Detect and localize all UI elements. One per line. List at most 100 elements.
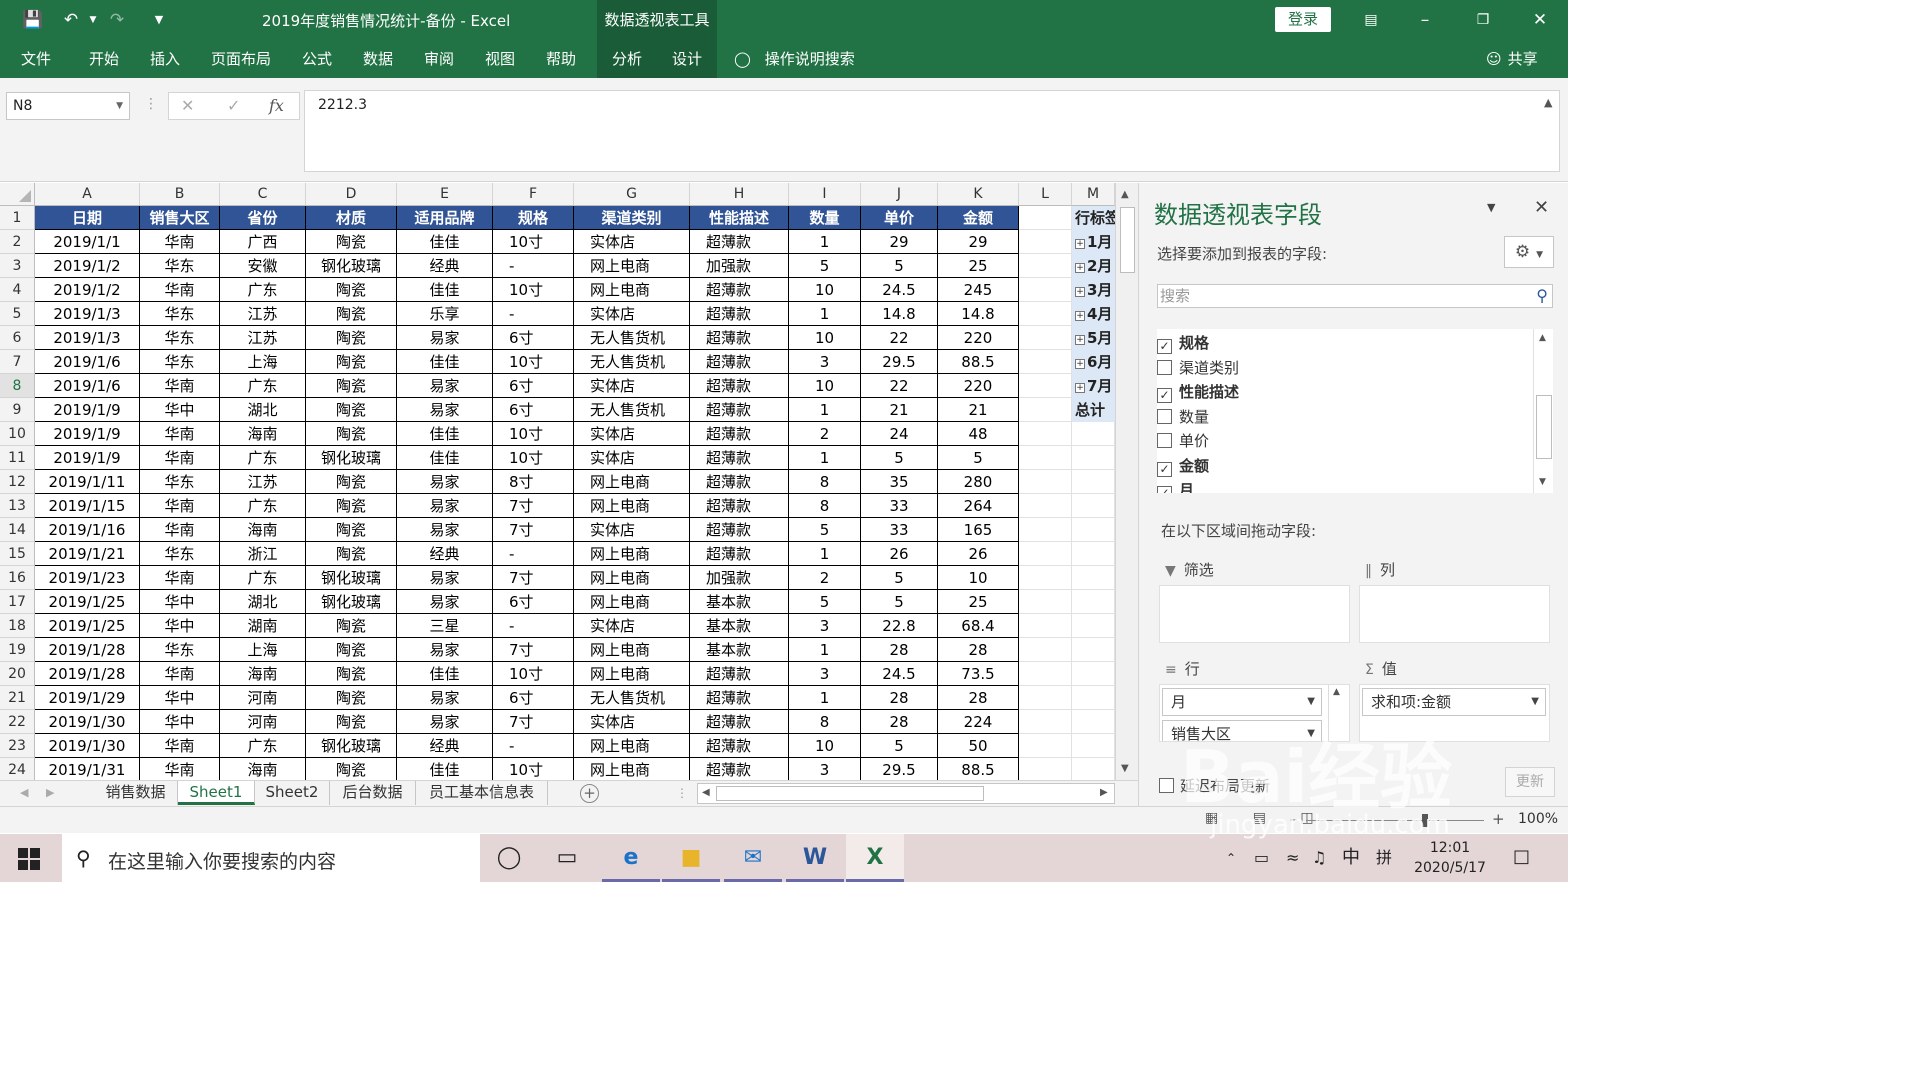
table-cell[interactable]: 易家 [397, 686, 493, 710]
table-cell[interactable]: 网上电商 [574, 542, 690, 566]
table-cell[interactable]: 广东 [220, 734, 306, 758]
table-cell[interactable]: 33 [861, 494, 938, 518]
formula-input[interactable]: 2212.3 [304, 90, 1560, 172]
table-cell[interactable]: 网上电商 [574, 470, 690, 494]
table-cell[interactable]: 上海 [220, 350, 306, 374]
table-cell[interactable]: 超薄款 [690, 470, 789, 494]
table-cell[interactable]: 10寸 [493, 758, 574, 780]
checkbox-checked-icon[interactable]: ✓ [1157, 461, 1172, 477]
row-field-chip[interactable]: 销售大区 ▼ [1162, 720, 1322, 741]
expand-icon[interactable]: + [1075, 263, 1085, 273]
table-cell[interactable]: 2019/1/21 [35, 542, 140, 566]
table-cell[interactable]: 易家 [397, 710, 493, 734]
empty-cell[interactable] [1019, 398, 1072, 422]
row-header[interactable]: 12 [0, 470, 35, 494]
table-cell[interactable]: 基本款 [690, 638, 789, 662]
table-cell[interactable]: 陶瓷 [306, 710, 397, 734]
table-cell[interactable]: 陶瓷 [306, 278, 397, 302]
table-cell[interactable]: 245 [938, 278, 1019, 302]
table-cell[interactable]: 超薄款 [690, 494, 789, 518]
empty-cell[interactable] [1072, 710, 1115, 734]
table-cell[interactable]: 华南 [140, 446, 220, 470]
table-cell[interactable]: 华东 [140, 254, 220, 278]
scroll-thumb[interactable] [1120, 207, 1135, 273]
table-cell[interactable]: 实体店 [574, 422, 690, 446]
table-cell[interactable]: 8 [789, 494, 861, 518]
table-cell[interactable]: 实体店 [574, 518, 690, 542]
worksheet-grid[interactable]: A B C D E F G H I J K L M 1 日期 销售大区 省份 材质 适用品牌 规格 渠道类别 性能描述 数量… [0, 183, 1138, 780]
table-cell[interactable]: 6寸 [493, 686, 574, 710]
checkbox-icon[interactable] [1157, 408, 1172, 424]
table-cell[interactable]: 陶瓷 [306, 758, 397, 780]
table-cell[interactable]: 超薄款 [690, 542, 789, 566]
empty-cell[interactable] [1072, 686, 1115, 710]
empty-cell[interactable] [1072, 662, 1115, 686]
empty-cell[interactable] [1019, 374, 1072, 398]
table-cell[interactable]: 超薄款 [690, 326, 789, 350]
table-cell[interactable]: 陶瓷 [306, 638, 397, 662]
tools-button[interactable]: ⚙ ▼ [1504, 236, 1554, 268]
table-cell[interactable]: 陶瓷 [306, 374, 397, 398]
ribbon-display-icon[interactable]: ▤ [1356, 6, 1386, 34]
row-header[interactable]: 9 [0, 398, 35, 422]
table-cell[interactable]: 超薄款 [690, 518, 789, 542]
table-cell[interactable]: 易家 [397, 518, 493, 542]
table-cell[interactable]: 29 [938, 230, 1019, 254]
prev-sheet-icon[interactable]: ◀ [20, 786, 28, 799]
table-cell[interactable]: 广东 [220, 566, 306, 590]
row-field-chip[interactable]: 月 ▼ [1162, 688, 1322, 716]
checkbox-checked-icon[interactable]: ✓ [1157, 388, 1172, 403]
checkbox-checked-icon[interactable]: ✓ [1157, 486, 1172, 493]
table-cell[interactable]: 安徽 [220, 254, 306, 278]
empty-cell[interactable] [1072, 518, 1115, 542]
row-header[interactable]: 24 [0, 758, 35, 780]
tab-insert[interactable]: 插入 [137, 40, 193, 78]
table-cell[interactable]: 26 [938, 542, 1019, 566]
table-cell[interactable]: 华南 [140, 734, 220, 758]
table-cell[interactable]: 佳佳 [397, 446, 493, 470]
table-cell[interactable]: 28 [938, 638, 1019, 662]
tab-file[interactable]: 文件 [8, 40, 64, 78]
table-cell[interactable]: 陶瓷 [306, 686, 397, 710]
table-cell[interactable]: 易家 [397, 470, 493, 494]
table-cell[interactable]: 华南 [140, 566, 220, 590]
scroll-right-icon[interactable]: ▶ [1100, 787, 1108, 798]
table-cell[interactable]: 6寸 [493, 398, 574, 422]
column-header-c[interactable]: C [220, 183, 306, 206]
row-header[interactable]: 15 [0, 542, 35, 566]
table-cell[interactable]: 7寸 [493, 566, 574, 590]
table-header-cell[interactable]: 省份 [220, 206, 306, 230]
table-cell[interactable]: 佳佳 [397, 422, 493, 446]
table-cell[interactable]: 网上电商 [574, 662, 690, 686]
column-header-d[interactable]: D [306, 183, 397, 206]
pivot-row-item[interactable]: +3月 [1072, 278, 1115, 302]
pivot-row-item[interactable]: +4月 [1072, 302, 1115, 326]
tab-view[interactable]: 视图 [472, 40, 528, 78]
table-cell[interactable]: 2019/1/31 [35, 758, 140, 780]
table-cell[interactable]: - [493, 614, 574, 638]
table-cell[interactable]: 华东 [140, 326, 220, 350]
table-cell[interactable]: 1 [789, 230, 861, 254]
table-cell[interactable]: 7寸 [493, 518, 574, 542]
table-cell[interactable]: 2019/1/15 [35, 494, 140, 518]
table-cell[interactable]: 超薄款 [690, 758, 789, 780]
table-cell[interactable]: 5 [789, 590, 861, 614]
table-cell[interactable]: 超薄款 [690, 278, 789, 302]
table-cell[interactable]: 华中 [140, 614, 220, 638]
login-button[interactable]: 登录 [1275, 7, 1331, 32]
table-cell[interactable]: 网上电商 [574, 494, 690, 518]
undo-dropdown-icon[interactable]: ▼ [80, 8, 106, 32]
empty-cell[interactable] [1072, 470, 1115, 494]
table-cell[interactable]: 网上电商 [574, 758, 690, 780]
table-cell[interactable]: 基本款 [690, 614, 789, 638]
table-cell[interactable]: 2019/1/28 [35, 638, 140, 662]
filter-drop-zone[interactable] [1159, 585, 1350, 643]
scroll-left-icon[interactable]: ◀ [702, 787, 710, 798]
empty-cell[interactable] [1072, 422, 1115, 446]
table-cell[interactable]: 佳佳 [397, 662, 493, 686]
empty-cell[interactable] [1019, 326, 1072, 350]
table-cell[interactable]: 佳佳 [397, 758, 493, 780]
table-cell[interactable]: 网上电商 [574, 278, 690, 302]
table-cell[interactable]: 广东 [220, 446, 306, 470]
table-cell[interactable]: 2019/1/28 [35, 662, 140, 686]
